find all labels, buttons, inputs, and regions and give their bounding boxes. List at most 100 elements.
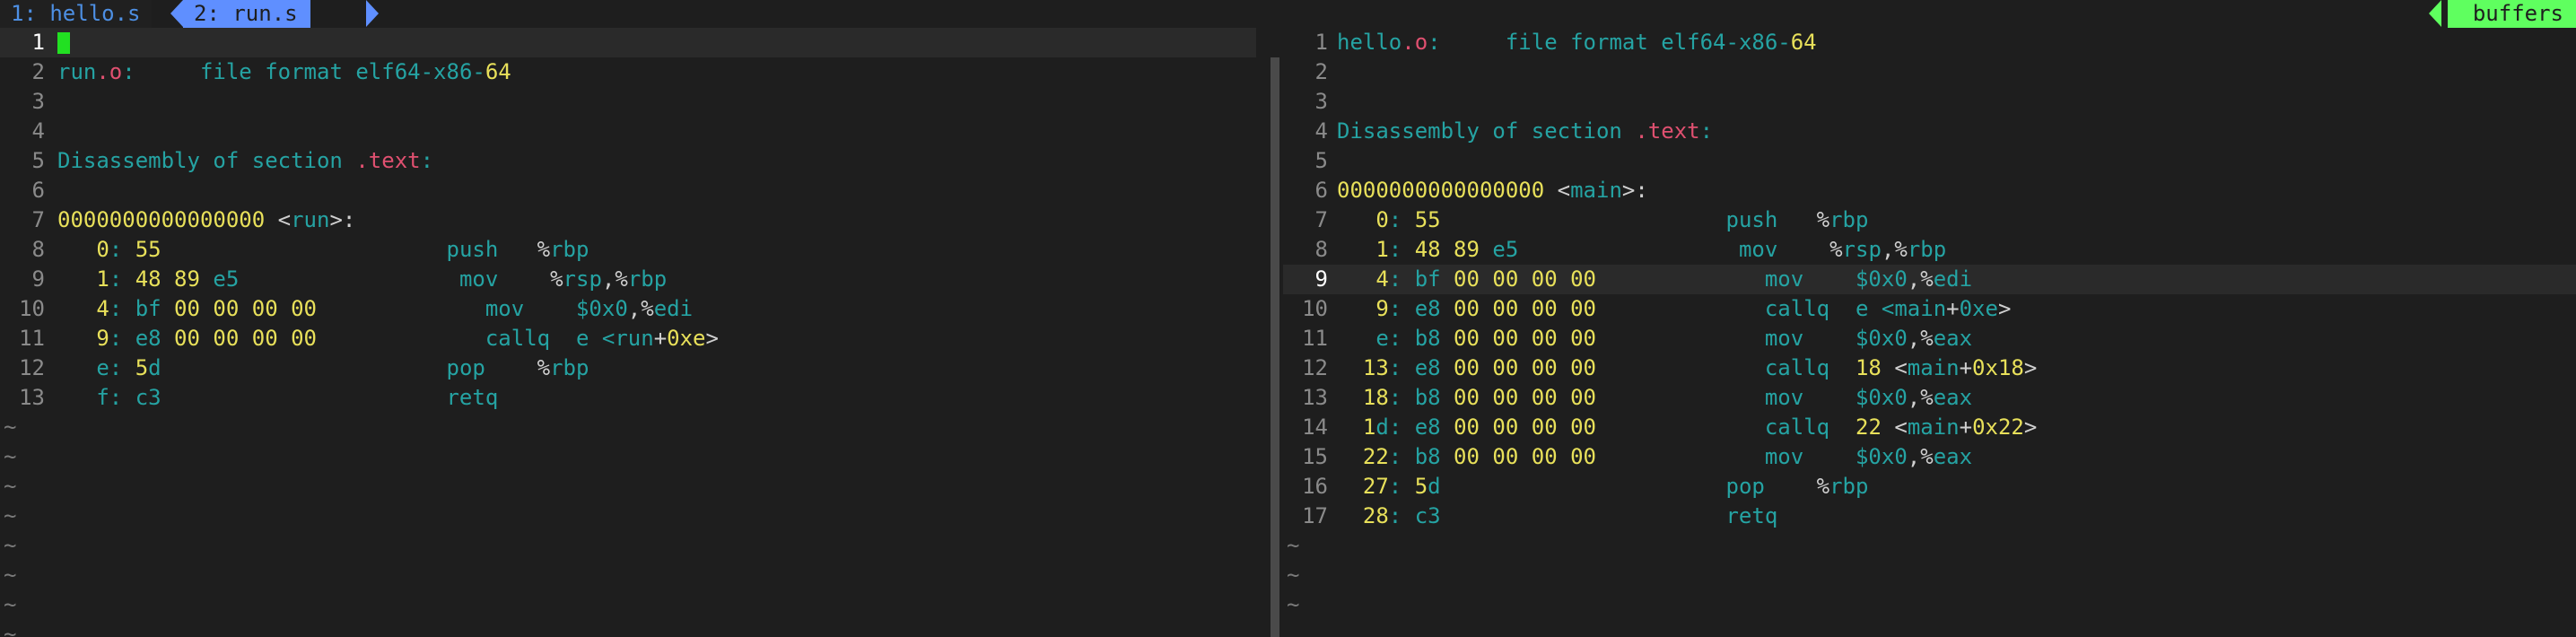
line-text: 0: 55 push %rbp — [1337, 205, 2576, 235]
tabline: 1: hello.s 2: run.s buffers — [0, 0, 2576, 28]
line-number: 12 — [19, 355, 45, 380]
editor-line[interactable]: 3 — [0, 87, 1256, 117]
code-token: push — [161, 237, 537, 262]
code-token: 27 — [1337, 474, 1389, 499]
code-token: 4 — [57, 296, 109, 321]
code-token: 1 — [1337, 237, 1389, 262]
empty-line-marker: ~ — [4, 414, 17, 440]
editor-line[interactable]: 8 0: 55 push %rbp — [0, 235, 1256, 265]
empty-line-marker: ~ — [4, 503, 17, 528]
line-text: 27: 5d pop %rbp — [1337, 472, 2576, 502]
line-text: hello.o: file format elf64-x86-64 — [1337, 28, 2576, 57]
code-token: + — [1959, 414, 1973, 440]
code-token: 5 — [1414, 474, 1428, 499]
code-token: 0 — [1337, 207, 1389, 232]
line-text: e: b8 00 00 00 00 mov $0x0,%eax — [1337, 324, 2576, 353]
line-text: 9: e8 00 00 00 00 callq e <run+0xe> — [57, 324, 1256, 353]
code-token: : bf — [1388, 266, 1454, 292]
editor-line[interactable]: 9 4: bf 00 00 00 00 mov $0x0,%edi — [1283, 265, 2576, 294]
code-token: d pop — [1428, 474, 1817, 499]
code-token: 00 00 00 00 — [1454, 414, 1597, 440]
code-token: .o — [96, 59, 123, 84]
code-token: main — [1570, 178, 1622, 203]
buffers-indicator[interactable]: buffers — [2447, 0, 2576, 28]
code-token: eax — [1933, 444, 1973, 469]
editor-line[interactable]: 6 — [0, 176, 1256, 205]
code-token: e5 mov — [1479, 237, 1830, 262]
editor-line[interactable]: 11 e: b8 00 00 00 00 mov $0x0,%eax — [1283, 324, 2576, 353]
vertical-split-divider[interactable] — [1271, 57, 1279, 637]
editor-line[interactable]: 10 4: bf 00 00 00 00 mov $0x0,%edi — [0, 294, 1256, 324]
code-token: edi — [1933, 266, 1973, 292]
code-token: 0x22 — [1972, 414, 2024, 440]
line-number: 11 — [19, 326, 45, 351]
editor-line[interactable]: 5 Disassembly of section .text: — [0, 146, 1256, 176]
line-text: 0000000000000000 <main>: — [1337, 176, 2576, 205]
code-token: 22 — [1337, 444, 1389, 469]
editor-line[interactable]: 15 22: b8 00 00 00 00 mov $0x0,%eax — [1283, 442, 2576, 472]
editor-line[interactable]: 2 run.o: file format elf64-x86-64 — [0, 57, 1256, 87]
code-token: main — [1894, 296, 1947, 321]
line-number: 10 — [19, 296, 45, 321]
code-token: 0 — [57, 237, 109, 262]
line-number: 9 — [31, 266, 45, 292]
code-token: e5 mov — [199, 266, 551, 292]
right-editor-pane[interactable]: 1 hello.o: file format elf64-x86-64 2 3 4 Dis… — [1283, 28, 2576, 637]
editor-line[interactable]: 4 — [0, 117, 1256, 146]
code-token: 22 — [1856, 414, 1882, 440]
editor-line[interactable]: 11 9: e8 00 00 00 00 callq e <run+0xe> — [0, 324, 1256, 353]
editor-line[interactable]: 12 e: 5d pop %rbp — [0, 353, 1256, 383]
vim-window: 1: hello.s 2: run.s buffers 1 2 run.o: fil… — [0, 0, 2576, 637]
line-text: run.o: file format elf64-x86-64 — [57, 57, 1256, 87]
editor-line[interactable]: 7 0000000000000000 <run>: — [0, 205, 1256, 235]
line-text: Disassembly of section .text: — [57, 146, 1256, 176]
code-token: 55 — [1414, 207, 1441, 232]
editor-line[interactable]: 6 0000000000000000 <main>: — [1283, 176, 2576, 205]
left-editor-pane[interactable]: 1 2 run.o: file format elf64-x86-64 3 4 5 Disa… — [0, 28, 1256, 637]
editor-line[interactable]: 1 — [0, 28, 1256, 57]
editor-line[interactable]: 5 — [1283, 146, 2576, 176]
line-number: 1 — [31, 30, 45, 55]
code-token: 64 — [1790, 30, 1817, 55]
editor-line[interactable]: 17 28: c3 retq — [1283, 502, 2576, 531]
editor-line[interactable]: 2 — [1283, 57, 2576, 87]
line-text: 22: b8 00 00 00 00 mov $0x0,%eax — [1337, 442, 2576, 472]
text-cursor — [57, 32, 70, 54]
line-number: 12 — [1302, 355, 1328, 380]
code-token: ,% — [627, 296, 654, 321]
code-token: run — [615, 326, 654, 351]
editor-line[interactable]: 12 13: e8 00 00 00 00 callq 18 <main+0x1… — [1283, 353, 2576, 383]
code-token: eax — [1933, 326, 1973, 351]
editor-line[interactable]: 16 27: 5d pop %rbp — [1283, 472, 2576, 502]
code-token: < — [1544, 178, 1571, 203]
editor-line[interactable]: 13 18: b8 00 00 00 00 mov $0x0,%eax — [1283, 383, 2576, 413]
editor-line[interactable]: 9 1: 48 89 e5 mov %rsp,%rbp — [0, 265, 1256, 294]
editor-line[interactable]: 4 Disassembly of section .text: — [1283, 117, 2576, 146]
code-token: rsp — [563, 266, 602, 292]
editor-line[interactable]: 3 — [1283, 87, 2576, 117]
tab-hello-s[interactable]: 1: hello.s — [0, 0, 152, 28]
empty-line-marker: ~ — [4, 563, 17, 588]
code-token: .text — [355, 148, 421, 173]
code-token: : b8 — [1388, 385, 1454, 410]
tab-end-arrow-icon — [366, 0, 379, 27]
tab-run-s[interactable]: 2: run.s — [183, 0, 310, 28]
editor-line[interactable]: 14 1d: e8 00 00 00 00 callq 22 <main+0x2… — [1283, 413, 2576, 442]
line-number: 7 — [1314, 207, 1328, 232]
editor-line[interactable]: 7 0: 55 push %rbp — [1283, 205, 2576, 235]
editor-line[interactable]: 1 hello.o: file format elf64-x86-64 — [1283, 28, 2576, 57]
line-number: 8 — [1314, 237, 1328, 262]
code-token: 0x18 — [1972, 355, 2024, 380]
code-token: 5 — [135, 355, 149, 380]
editor-line[interactable]: 13 f: c3 retq — [0, 383, 1256, 413]
code-token: main — [1907, 414, 1960, 440]
editor-line[interactable]: 10 9: e8 00 00 00 00 callq e <main+0xe> — [1283, 294, 2576, 324]
code-token: eax — [1933, 385, 1973, 410]
line-number: 3 — [1314, 89, 1328, 114]
code-token: rbp — [1907, 237, 1947, 262]
code-token: 00 00 00 00 — [174, 326, 317, 351]
code-token: run — [291, 207, 330, 232]
editor-line[interactable]: 8 1: 48 89 e5 mov %rsp,%rbp — [1283, 235, 2576, 265]
line-text: 4: bf 00 00 00 00 mov $0x0,%edi — [57, 294, 1256, 324]
code-token: < — [1881, 414, 1908, 440]
